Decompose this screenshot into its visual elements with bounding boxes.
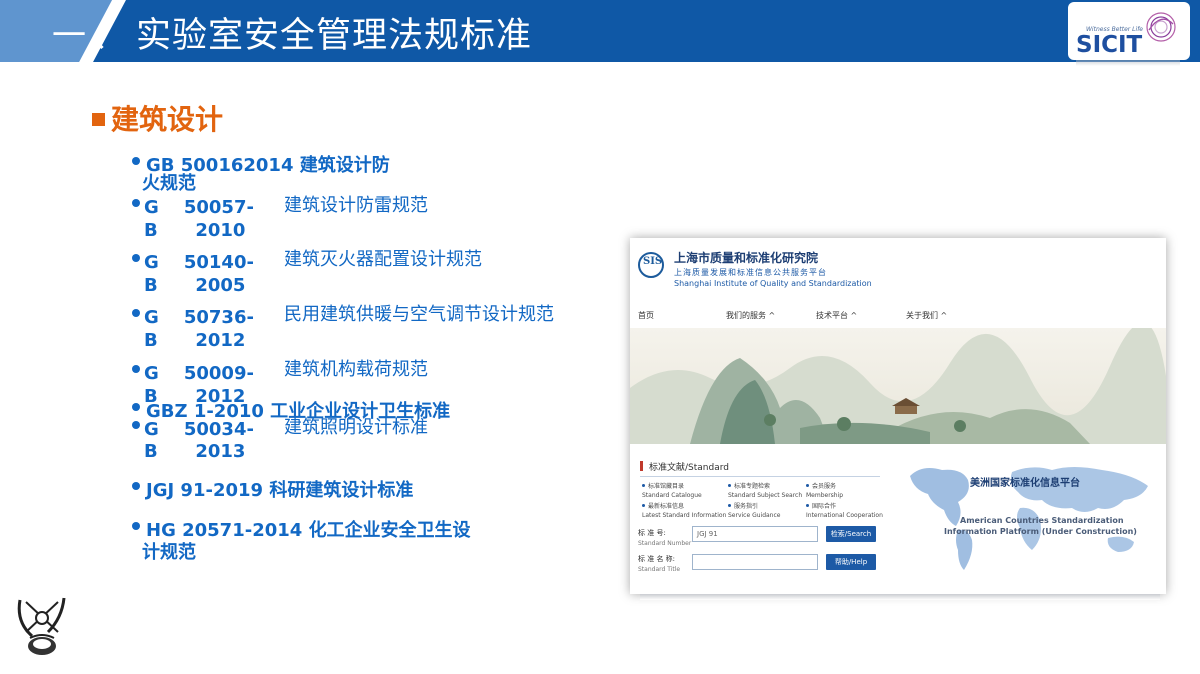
- slide-title: 实验室安全管理法规标准: [136, 16, 533, 56]
- standard-code-year: B 2012: [144, 330, 246, 351]
- header-section-number: 一、: [52, 16, 132, 56]
- standard-title-label: 标 准 名 称:: [638, 555, 676, 563]
- standard-line: HG 20571-2014 化工企业安全卫生设: [146, 520, 471, 541]
- help-button[interactable]: 帮助/Help: [826, 554, 876, 570]
- standard-search-panel: 标准文献/Standard 标准馆藏目录 Standard Catalogue 标…: [634, 454, 896, 588]
- link-subject-search[interactable]: 标准专题检索 Standard Subject Search: [728, 482, 802, 500]
- nav-item-home[interactable]: 首页: [638, 310, 654, 321]
- bullet-icon: [132, 522, 140, 530]
- standard-number-label-en: Standard Number: [638, 540, 692, 547]
- search-button[interactable]: 检索/Search: [826, 526, 876, 542]
- sis-logo-icon: SIS: [638, 252, 664, 278]
- standard-number-input[interactable]: JGJ 91: [692, 526, 818, 542]
- sicit-logo: Witness Better Life SICIT: [1068, 2, 1190, 60]
- bullet-icon: [132, 365, 140, 373]
- section-heading: 建筑设计: [92, 98, 223, 138]
- nav-item-platform[interactable]: 技术平台 ^: [816, 310, 857, 321]
- standard-code: G 50057-: [144, 197, 254, 218]
- standard-name: 民用建筑供暖与空气调节设计规范: [284, 304, 554, 325]
- standard-code-year: B 2013: [144, 441, 246, 462]
- panel-heading: 标准文献/Standard: [640, 460, 729, 473]
- bullet-icon: [132, 421, 140, 429]
- standard-code-year: B 2010: [144, 220, 246, 241]
- map-subtitle-line1: American Countries Standardization: [960, 516, 1124, 525]
- site-title: 上海市质量和标准化研究院: [674, 251, 819, 265]
- link-service-guidance[interactable]: 服务指引 Service Guidance: [728, 502, 780, 520]
- screenshot-shadow: [640, 594, 1160, 600]
- panel-heading-text: 标准文献/Standard: [649, 463, 729, 473]
- red-bar-icon: [640, 461, 643, 471]
- site-nav: 首页 我们的服务 ^ 技术平台 ^ 关于我们 ^: [630, 302, 1166, 328]
- bullet-icon: [132, 157, 140, 165]
- list-item: HG 20571-2014 化工企业安全卫生设 计规范: [132, 519, 471, 565]
- list-item: JGJ 91-2019 科研建筑设计标准: [132, 479, 414, 503]
- map-title: 美洲国家标准化信息平台: [970, 478, 1080, 489]
- standard-code: G 50140-: [144, 252, 254, 273]
- standard-code: G 50009-: [144, 363, 254, 384]
- section-heading-text: 建筑设计: [111, 103, 224, 136]
- square-bullet-icon: [92, 113, 105, 126]
- bullet-icon: [132, 403, 140, 411]
- divider: [640, 476, 880, 477]
- link-latest-info[interactable]: 最新标准信息 Latest Standard Information: [642, 502, 726, 520]
- landscape-painting-icon: [630, 328, 1166, 444]
- bullet-icon: [132, 309, 140, 317]
- map-subtitle-line2: Information Platform (Under Construction…: [944, 527, 1137, 536]
- logo-swirl-icon: [1146, 12, 1176, 42]
- standard-title-label-en: Standard Title: [638, 566, 681, 573]
- website-screenshot: SIS 上海市质量和标准化研究院 上海质量发展和标准信息公共服务平台 Shang…: [630, 238, 1166, 594]
- bullet-icon: [132, 482, 140, 490]
- nav-item-services[interactable]: 我们的服务 ^: [726, 310, 775, 321]
- logo-name: SICIT: [1076, 32, 1143, 58]
- standard-number-label: 标 准 号:: [638, 529, 666, 537]
- standard-line: JGJ 91-2019 科研建筑设计标准: [146, 480, 414, 501]
- standard-name: 建筑设计防雷规范: [284, 195, 428, 216]
- nav-item-about[interactable]: 关于我们 ^: [906, 310, 947, 321]
- bullet-icon: [132, 254, 140, 262]
- standard-name: 建筑机构载荷规范: [284, 359, 428, 380]
- standard-name: 建筑灭火器配置设计规范: [284, 249, 482, 270]
- standard-code: G 50034-: [144, 419, 254, 440]
- sis-logo-letters: SIS: [643, 256, 663, 267]
- standard-title-input[interactable]: [692, 554, 818, 570]
- site-subtitle-cn: 上海质量发展和标准信息公共服务平台: [674, 268, 827, 277]
- bullet-icon: [132, 199, 140, 207]
- standard-name: 建筑照明设计标准: [284, 417, 428, 438]
- emblem-icon: [17, 597, 66, 655]
- standard-code: G 50736-: [144, 307, 254, 328]
- landscape-banner: [630, 328, 1166, 444]
- site-subtitle-en: Shanghai Institute of Quality and Standa…: [674, 279, 872, 288]
- standard-code-year: B 2005: [144, 275, 246, 296]
- americas-platform-panel[interactable]: 美洲国家标准化信息平台 American Countries Standardi…: [902, 454, 1162, 578]
- link-international[interactable]: 国际合作 International Cooperation: [806, 502, 883, 520]
- standard-line: 计规范: [142, 542, 196, 563]
- link-standard-catalogue[interactable]: 标准馆藏目录 Standard Catalogue: [642, 482, 702, 500]
- slide-header-bar: 一、 实验室安全管理法规标准: [0, 0, 1200, 62]
- link-membership[interactable]: 会员服务 Membership: [806, 482, 843, 500]
- logo-reflection: [1076, 60, 1180, 66]
- list-item: GB 500162014 建筑设计防 火规范: [132, 154, 390, 196]
